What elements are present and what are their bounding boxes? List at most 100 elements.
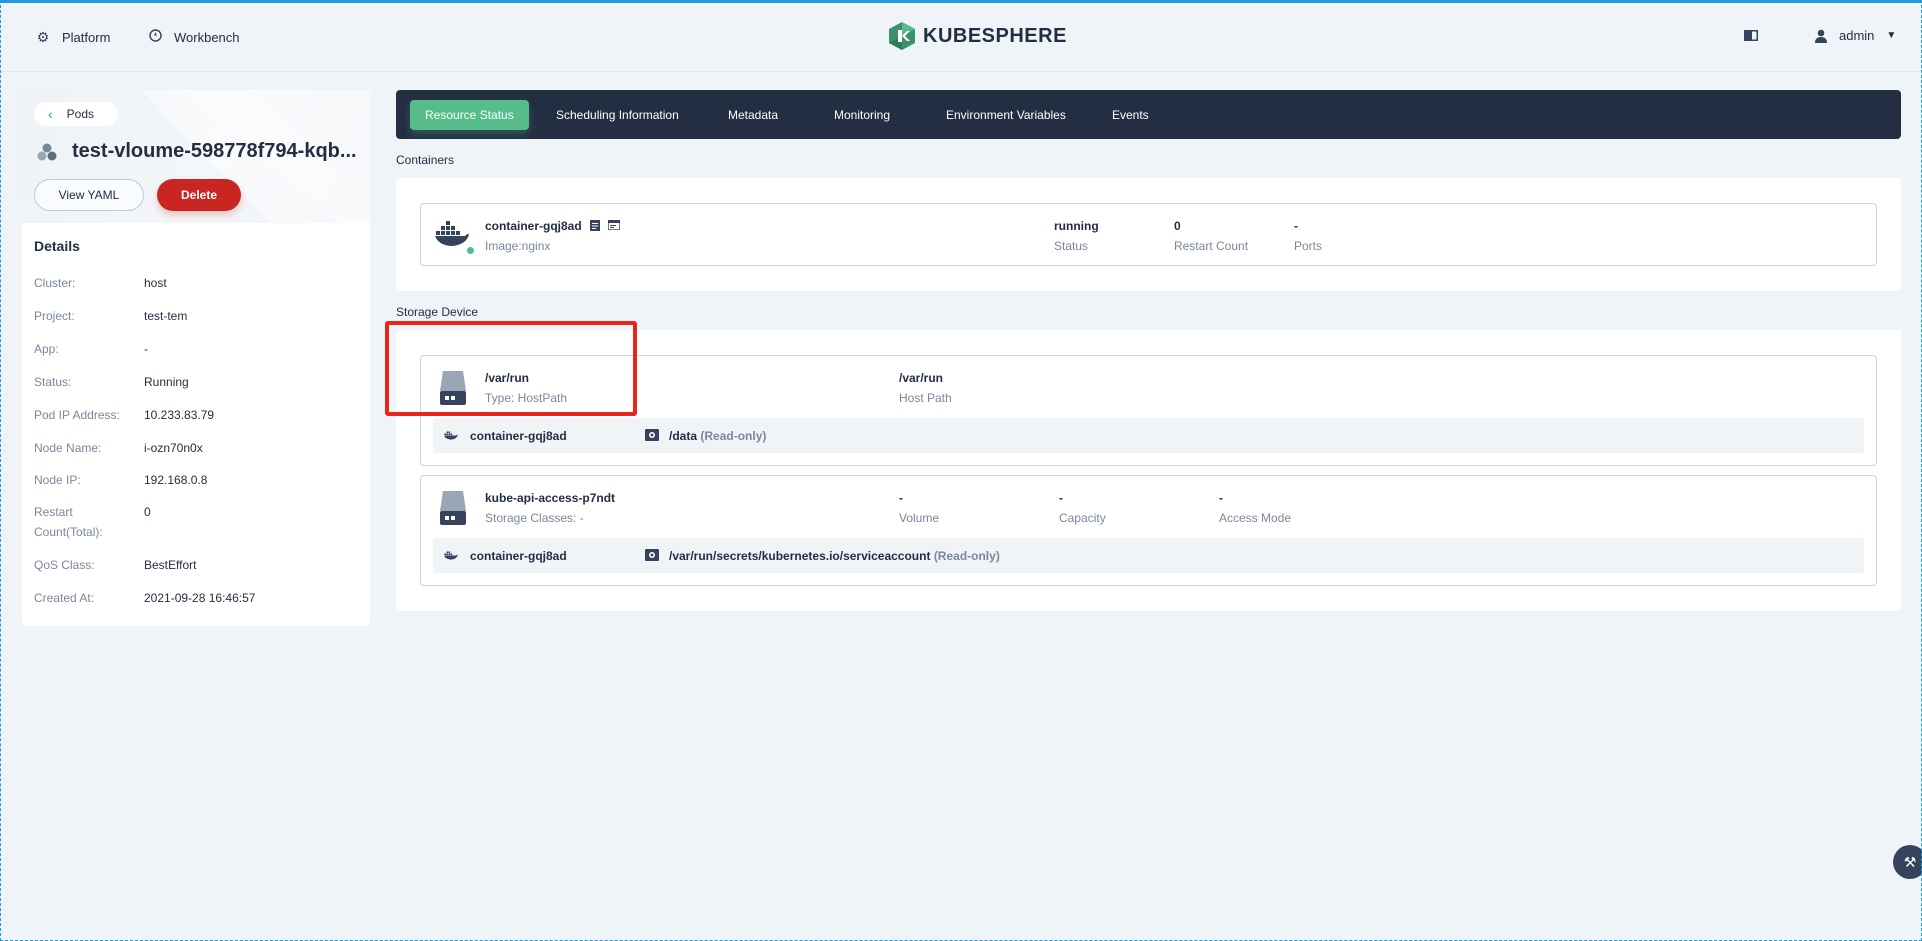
volume-storage-class: Storage Classes: - <box>485 511 584 525</box>
detail-row-qos-class: QoS Class: BestEffort <box>34 555 196 575</box>
ports-value: - <box>1294 219 1298 233</box>
platform-label: Platform <box>62 29 111 45</box>
containers-heading: Containers <box>396 153 455 167</box>
access-mode-label: Access Mode <box>1219 511 1292 525</box>
disk-icon <box>440 491 466 525</box>
storage-heading: Storage Device <box>396 305 479 319</box>
mount-path-text: /data <box>669 429 698 443</box>
tab-metadata[interactable]: Metadata <box>713 100 793 130</box>
mount-icon <box>645 549 659 561</box>
docker-icon <box>444 431 458 440</box>
restart-count-value: 0 <box>1174 219 1181 233</box>
pod-header: ‹ Pods test-vloume-598778f794-kqb... Vie… <box>22 90 370 223</box>
book-icon[interactable] <box>1744 30 1758 41</box>
tab-events[interactable]: Events <box>1097 100 1164 130</box>
detail-row-project: Project: test-tem <box>34 306 187 326</box>
detail-key: Created At: <box>34 591 95 605</box>
host-path-label: Host Path <box>899 391 952 405</box>
detail-value: 2021-09-28 16:46:57 <box>144 591 256 605</box>
tab-monitoring[interactable]: Monitoring <box>819 100 905 130</box>
detail-row-pod-ip: Pod IP Address: 10.233.83.79 <box>34 405 214 425</box>
detail-key: Status: <box>34 375 72 389</box>
volume-label: Volume <box>899 511 940 525</box>
logo-text: KUBESPHERE <box>923 24 1067 47</box>
tab-scheduling-information[interactable]: Scheduling Information <box>541 100 694 130</box>
mount-path-text: /var/run/secrets/kubernetes.io/serviceac… <box>669 549 931 563</box>
view-yaml-button[interactable]: View YAML <box>34 179 144 211</box>
container-status-value: running <box>1054 219 1099 233</box>
detail-row-node-ip: Node IP: 192.168.0.8 <box>34 470 207 490</box>
logs-icon[interactable] <box>590 220 600 231</box>
volume-card[interactable]: kube-api-access-p7ndt Storage Classes: -… <box>420 475 1877 586</box>
volume-name: kube-api-access-p7ndt <box>485 491 616 505</box>
detail-value: BestEffort <box>144 558 197 572</box>
tab-bar: Resource Status Scheduling Information M… <box>396 90 1901 139</box>
chevron-left-icon: ‹ <box>48 106 53 122</box>
detail-key: App: <box>34 342 59 356</box>
detail-key: Node Name: <box>34 441 102 455</box>
gear-icon: ⚙ <box>36 28 50 45</box>
capacity-label: Capacity <box>1059 511 1106 525</box>
status-dot <box>466 246 475 255</box>
restart-count-label: Restart Count <box>1174 239 1249 253</box>
detail-value: 0 <box>144 505 151 519</box>
mount-path: /data (Read-only) <box>669 429 766 443</box>
pod-title: test-vloume-598778f794-kqb... <box>36 140 366 163</box>
volume-card[interactable]: /var/run Type: HostPath /var/run Host Pa… <box>420 355 1877 466</box>
back-to-pods-button[interactable]: ‹ Pods <box>34 102 118 126</box>
kubesphere-logo-icon <box>889 22 915 50</box>
terminal-icon[interactable] <box>608 220 620 230</box>
pod-name: test-vloume-598778f794-kqb... <box>72 140 357 162</box>
detail-key: Pod IP Address: <box>34 408 120 422</box>
host-path-value: /var/run <box>899 371 944 385</box>
mount-path: /var/run/secrets/kubernetes.io/serviceac… <box>669 549 1000 563</box>
container-card[interactable]: container-gqj8ad Image:nginx running Sta… <box>420 203 1877 266</box>
detail-value: test-tem <box>144 309 188 323</box>
mount-mode: (Read-only) <box>700 429 767 443</box>
docker-icon <box>444 551 458 560</box>
containers-panel: container-gqj8ad Image:nginx running Sta… <box>396 178 1901 291</box>
highlight-box <box>385 321 637 416</box>
tab-resource-status[interactable]: Resource Status <box>410 100 529 130</box>
container-name: container-gqj8ad <box>485 219 582 233</box>
pod-icon <box>37 143 57 160</box>
detail-value: host <box>144 276 167 290</box>
user-icon <box>1815 29 1827 43</box>
docker-icon <box>435 221 469 246</box>
detail-row-cluster: Cluster: host <box>34 273 167 293</box>
mount-container-name: container-gqj8ad <box>470 549 567 563</box>
username: admin <box>1839 28 1875 43</box>
detail-value: - <box>144 342 148 356</box>
detail-row-status: Status: Running <box>34 372 189 392</box>
top-bar: ⚙ Platform Workbench KUBESPHERE admin ▼ <box>0 0 1922 72</box>
tab-environment-variables[interactable]: Environment Variables <box>931 100 1081 130</box>
detail-value: i-ozn70n0x <box>144 441 203 455</box>
details-heading: Details <box>34 238 80 254</box>
detail-row-app: App: - <box>34 339 148 359</box>
container-status-label: Status <box>1054 239 1089 253</box>
volume-mount-row: container-gqj8ad /var/run/secrets/kubern… <box>433 538 1864 573</box>
volume-value: - <box>899 491 903 505</box>
ports-label: Ports <box>1294 239 1323 253</box>
workbench-button[interactable]: Workbench <box>148 27 240 47</box>
volume-mount-row: container-gqj8ad /data (Read-only) <box>433 418 1864 453</box>
hammer-icon: ⚒ <box>1903 853 1917 870</box>
container-image: Image:nginx <box>485 239 551 253</box>
access-mode-value: - <box>1219 491 1223 505</box>
pod-detail-card: ‹ Pods test-vloume-598778f794-kqb... Vie… <box>22 90 370 626</box>
platform-button[interactable]: ⚙ Platform <box>36 27 111 47</box>
detail-key: Project: <box>34 309 75 323</box>
mount-icon <box>645 429 659 441</box>
delete-button[interactable]: Delete <box>157 179 241 211</box>
workbench-label: Workbench <box>174 29 240 45</box>
detail-key: Cluster: <box>34 276 76 290</box>
detail-row-node-name: Node Name: i-ozn70n0x <box>34 438 203 458</box>
detail-value: 10.233.83.79 <box>144 408 215 422</box>
detail-key: QoS Class: <box>34 558 95 572</box>
compass-icon <box>148 29 162 45</box>
detail-key: Node IP: <box>34 473 81 487</box>
toolbox-button[interactable]: ⚒ <box>1893 845 1922 879</box>
detail-value: Running <box>144 375 189 389</box>
user-menu[interactable]: admin ▼ <box>1815 28 1896 43</box>
kubesphere-logo[interactable]: KUBESPHERE <box>889 22 1067 50</box>
